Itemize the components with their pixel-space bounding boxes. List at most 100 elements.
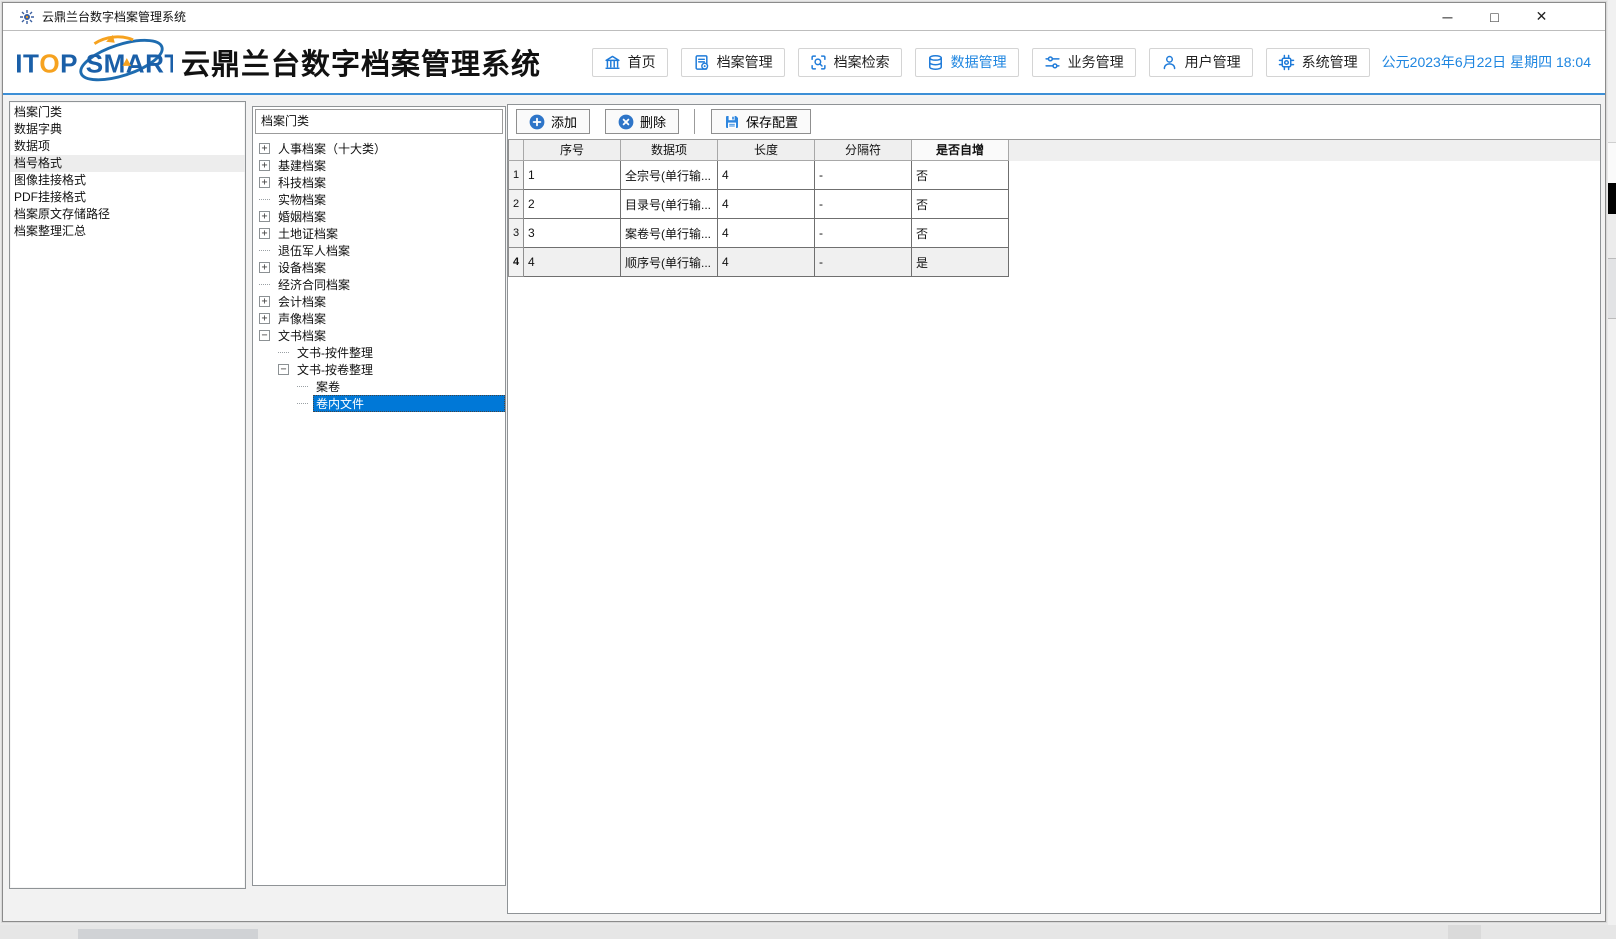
save-icon [724,114,740,130]
grid-corner-cell[interactable] [508,140,524,161]
nav-button-archive[interactable]: 档案管理 [681,48,785,77]
expand-icon[interactable]: + [259,228,270,239]
app-window: 云鼎兰台数字档案管理系统 ─ □ ✕ ITOP SMART 云鼎兰台数字档案管理… [2,2,1606,922]
nav-button-business[interactable]: 业务管理 [1032,48,1136,77]
tree-item[interactable]: −文书-按卷整理 [253,361,505,378]
table-cell[interactable]: 案卷号(单行输... [621,219,718,248]
nav-button-data[interactable]: 数据管理 [915,48,1019,77]
tree-item[interactable]: + 婚姻档案 [253,208,505,225]
toolbar-button-label: 添加 [551,112,577,131]
tree-item[interactable]: +土地证档案 [253,225,505,242]
column-header[interactable]: 数据项 [621,140,718,161]
tree-item-label: 案卷 [313,378,343,395]
close-button[interactable]: ✕ [1518,3,1565,30]
table-cell[interactable]: 4 [718,190,815,219]
tree-item[interactable]: +会计档案 [253,293,505,310]
data-grid: 序号数据项长度分隔符是否自增 11全宗号(单行输...4-否22目录号(单行输.… [508,139,1600,277]
sidebar-item[interactable]: 图像挂接格式 [10,172,245,189]
row-header-cell[interactable]: 3 [508,219,524,248]
nav-button-user[interactable]: 用户管理 [1149,48,1253,77]
row-header-cell[interactable]: 4 [508,248,524,277]
tree-item[interactable]: 实物档案 [253,191,505,208]
scan-search-icon [810,54,827,71]
column-header[interactable]: 序号 [524,140,621,161]
table-cell[interactable]: - [815,161,912,190]
expand-icon[interactable]: + [259,143,270,154]
expand-icon[interactable]: + [259,296,270,307]
tree-item[interactable]: + 设备档案 [253,259,505,276]
table-row[interactable]: 44顺序号(单行输...4-是 [508,248,1010,277]
nav-button-search[interactable]: 档案检索 [798,48,902,77]
table-cell[interactable]: 3 [524,219,621,248]
config-panel: 添加删除保存配置 序号数据项长度分隔符是否自增 11全宗号(单行输...4-否2… [507,104,1601,914]
tree-item-label: 科技档案 [275,174,329,191]
row-header-cell[interactable]: 2 [508,190,524,219]
sidebar-item[interactable]: 档案整理汇总 [10,223,245,240]
save-button[interactable]: 保存配置 [711,109,811,134]
expand-icon[interactable]: + [259,177,270,188]
x-circle-icon [618,114,634,130]
table-row[interactable]: 33案卷号(单行输...4-否 [508,219,1010,248]
expand-icon[interactable]: + [259,313,270,324]
tree-connector [297,386,308,387]
expand-icon[interactable]: + [259,211,270,222]
sidebar-item[interactable]: 档案原文存储路径 [10,206,245,223]
tree-item[interactable]: +基建档案 [253,157,505,174]
content-area: 档案门类数据字典数据项档号格式图像挂接格式PDF挂接格式档案原文存储路径档案整理… [3,97,1605,921]
table-cell[interactable]: 目录号(单行输... [621,190,718,219]
delete-button[interactable]: 删除 [605,109,679,134]
expand-icon[interactable]: + [259,160,270,171]
sidebar-item[interactable]: PDF挂接格式 [10,189,245,206]
tree-item[interactable]: 文书-按件整理 [253,344,505,361]
table-cell[interactable]: 否 [912,161,1009,190]
tree-item[interactable]: 卷内文件 [253,395,505,412]
column-header[interactable]: 长度 [718,140,815,161]
collapse-icon[interactable]: − [259,330,270,341]
nav-button-home[interactable]: 首页 [592,48,668,77]
table-cell[interactable]: - [815,190,912,219]
table-cell[interactable]: 是 [912,248,1009,277]
expand-icon[interactable]: + [259,262,270,273]
nav-button-system[interactable]: 系统管理 [1266,48,1370,77]
add-button[interactable]: 添加 [516,109,590,134]
tree-item[interactable]: −文书档案 [253,327,505,344]
sidebar-item[interactable]: 数据字典 [10,121,245,138]
tree-item[interactable]: + 科技档案 [253,174,505,191]
tree-item[interactable]: +声像档案 [253,310,505,327]
tree-panel-title: 档案门类 [255,109,503,134]
tree-item-label: 设备档案 [275,259,329,276]
table-cell[interactable]: 2 [524,190,621,219]
table-cell[interactable]: 1 [524,161,621,190]
table-cell[interactable]: - [815,248,912,277]
table-row[interactable]: 11全宗号(单行输...4-否 [508,161,1010,190]
tree-item-label: 婚姻档案 [275,208,329,225]
table-cell[interactable]: 4 [718,248,815,277]
collapse-icon[interactable]: − [278,364,289,375]
table-cell[interactable]: 否 [912,190,1009,219]
row-header-cell[interactable]: 1 [508,161,524,190]
tree-item-label: 文书档案 [275,327,329,344]
table-cell[interactable]: 否 [912,219,1009,248]
tree-item[interactable]: 案卷 [253,378,505,395]
page-title: 云鼎兰台数字档案管理系统 [181,41,541,83]
table-cell[interactable]: 4 [524,248,621,277]
sidebar-item[interactable]: 档号格式 [10,155,245,172]
tree-item[interactable]: 退伍军人档案 [253,242,505,259]
sidebar-item[interactable]: 数据项 [10,138,245,155]
table-cell[interactable]: 4 [718,219,815,248]
table-row[interactable]: 22目录号(单行输...4-否 [508,190,1010,219]
table-cell[interactable]: 4 [718,161,815,190]
tree-item[interactable]: +人事档案（十大类） [253,140,505,157]
table-cell[interactable]: 顺序号(单行输... [621,248,718,277]
minimize-button[interactable]: ─ [1424,3,1471,30]
sidebar-item[interactable]: 档案门类 [10,104,245,121]
plus-circle-icon [529,114,545,130]
column-header[interactable]: 是否自增 [912,140,1009,161]
column-header[interactable]: 分隔符 [815,140,912,161]
nav-label: 系统管理 [1302,52,1358,72]
maximize-button[interactable]: □ [1471,3,1518,30]
tree-item[interactable]: 经济合同档案 [253,276,505,293]
table-cell[interactable]: - [815,219,912,248]
table-cell[interactable]: 全宗号(单行输... [621,161,718,190]
person-icon [1161,54,1178,71]
